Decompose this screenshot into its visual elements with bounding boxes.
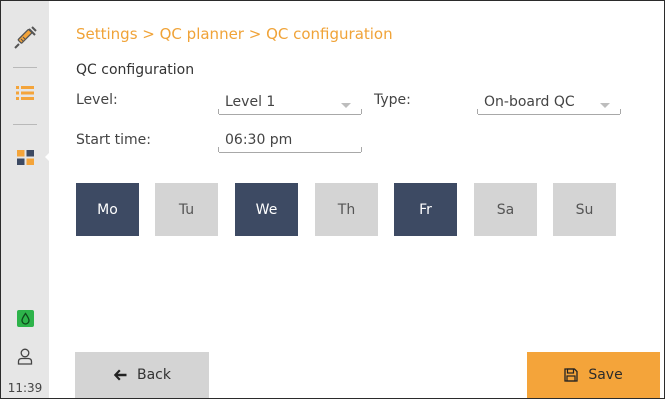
level-label: Level: [76,92,118,108]
back-button[interactable]: Back [75,352,209,398]
breadcrumb[interactable]: Settings > QC planner > QC configuration [76,25,393,43]
save-button[interactable]: Save [527,352,660,398]
day-button-su[interactable]: Su [553,183,616,236]
arrow-left-icon [113,369,127,381]
type-select[interactable]: On-board QC [477,93,621,115]
day-button-we[interactable]: We [235,183,298,236]
start-time-field[interactable]: 06:30 pm [218,131,362,153]
sidebar-divider [13,124,37,125]
back-button-label: Back [137,367,171,383]
start-time-label: Start time: [76,132,151,148]
syringe-icon[interactable] [1,23,49,53]
day-button-mo[interactable]: Mo [76,183,139,236]
floppy-disk-icon [564,368,578,382]
save-button-label: Save [588,367,623,383]
sidebar-divider [13,67,37,68]
active-item-indicator [45,145,57,169]
chevron-down-icon [341,103,351,108]
page-title: QC configuration [76,62,195,78]
day-button-tu[interactable]: Tu [155,183,218,236]
day-button-fr[interactable]: Fr [394,183,457,236]
clock-time: 11:39 [7,381,43,395]
app-frame: 11:39 Settings > QC planner > QC configu… [0,0,665,399]
type-value: On-board QC [484,94,575,110]
sidebar: 11:39 [1,1,57,398]
day-button-th[interactable]: Th [315,183,378,236]
start-time-value: 06:30 pm [225,132,293,148]
list-icon[interactable] [1,83,49,103]
user-icon[interactable] [1,345,49,367]
drop-status-icon[interactable] [1,307,49,329]
grid-icon[interactable] [1,147,49,167]
level-value: Level 1 [225,94,276,110]
type-label: Type: [374,92,411,108]
day-button-sa[interactable]: Sa [474,183,537,236]
level-select[interactable]: Level 1 [218,93,362,115]
chevron-down-icon [600,103,610,108]
